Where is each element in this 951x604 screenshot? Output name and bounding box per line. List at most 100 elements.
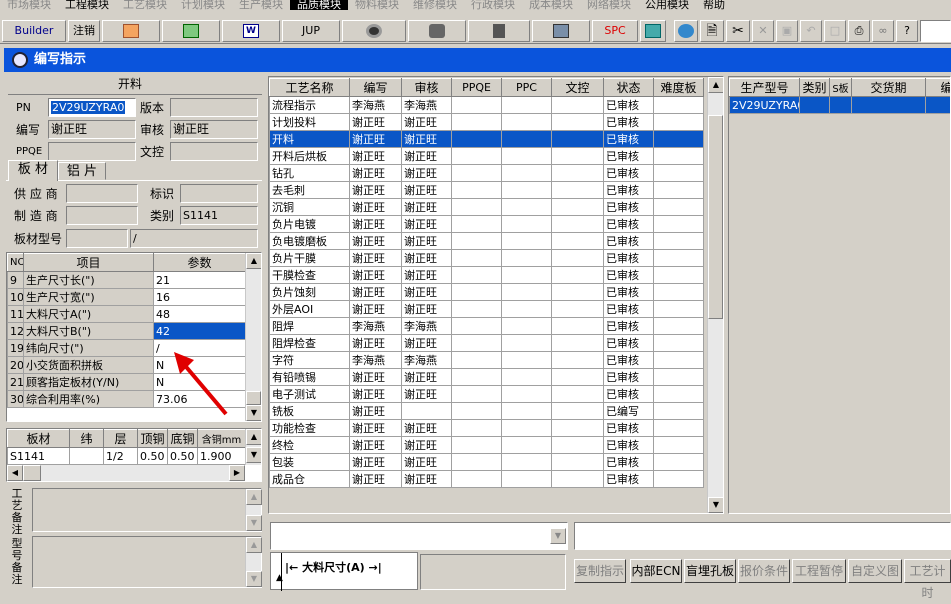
monitor-button[interactable] xyxy=(532,20,590,42)
builder-button[interactable]: Builder xyxy=(2,20,66,42)
blind-buried-via-button[interactable]: 盲埋孔板 xyxy=(684,559,736,583)
internal-ecn-button[interactable]: 内部ECN xyxy=(630,559,682,583)
param-scrollbar[interactable]: ▲ ▼ xyxy=(245,253,261,421)
quote-conditions-button[interactable]: 报价条件 xyxy=(738,559,790,583)
model-row[interactable]: 2V29UZYRA0 xyxy=(730,97,951,114)
menu-engineering[interactable]: 工程模块 xyxy=(58,0,116,10)
col-ppc[interactable]: PPC xyxy=(502,79,552,97)
process-row[interactable]: 计划投料谢正旺谢正旺已审核 xyxy=(270,114,704,131)
process-row[interactable]: 流程指示李海燕李海燕已审核 xyxy=(270,97,704,114)
board-hscrollbar[interactable]: ◀ ▶ xyxy=(7,465,245,481)
process-row[interactable]: 开料谢正旺谢正旺已审核 xyxy=(270,131,704,148)
menu-quality[interactable]: 品质模块 xyxy=(290,0,348,10)
menu-cost[interactable]: 成本模块 xyxy=(522,0,580,10)
board-model-field-2[interactable]: / xyxy=(130,229,258,248)
menu-plan[interactable]: 计划模块 xyxy=(174,0,232,10)
tab-board[interactable]: 板 材 xyxy=(8,160,58,181)
param-scroll-thumb[interactable] xyxy=(246,391,261,405)
toolbar-search-input[interactable] xyxy=(920,20,951,42)
chevron-down-icon[interactable]: ▼ xyxy=(550,528,566,544)
process-row[interactable]: 有铅喷锡谢正旺谢正旺已审核 xyxy=(270,369,704,386)
menu-repair[interactable]: 维修模块 xyxy=(406,0,464,10)
supplier-field[interactable] xyxy=(66,184,138,203)
process-row[interactable]: 铣板谢正旺已编写 xyxy=(270,403,704,420)
param-row[interactable]: 12大料尺寸B(")42 xyxy=(8,323,246,340)
menu-material[interactable]: 物料模块 xyxy=(348,0,406,10)
process-row[interactable]: 字符李海燕李海燕已审核 xyxy=(270,352,704,369)
col-difficulty[interactable]: 难度板 xyxy=(654,79,704,97)
tab-aluminum[interactable]: 铝 片 xyxy=(58,162,106,180)
col-writer[interactable]: 编写 xyxy=(350,79,402,97)
engineering-pause-button[interactable]: 工程暂停 xyxy=(792,559,846,583)
process-row[interactable]: 负片蚀刻谢正旺谢正旺已审核 xyxy=(270,284,704,301)
scroll-down-icon[interactable]: ▼ xyxy=(708,497,724,513)
bottom-text-field[interactable] xyxy=(574,522,951,550)
mark-field[interactable] xyxy=(180,184,258,203)
process-row[interactable]: 成品仓谢正旺谢正旺已审核 xyxy=(270,471,704,488)
param-row[interactable]: 11大料尺寸A(")48 xyxy=(8,306,246,323)
excel-button[interactable] xyxy=(162,20,220,42)
menu-common[interactable]: 公用模块 xyxy=(638,0,696,10)
scroll-down-icon[interactable]: ▼ xyxy=(246,447,262,463)
process-row[interactable]: 终检谢正旺谢正旺已审核 xyxy=(270,437,704,454)
logout-button[interactable]: 注销 xyxy=(68,20,100,42)
preview-button[interactable]: □ xyxy=(824,20,846,42)
reviewer-field[interactable]: 谢正旺 xyxy=(170,120,258,139)
maker-field[interactable] xyxy=(66,206,138,225)
scroll-up-icon[interactable]: ▲ xyxy=(246,537,262,553)
menu-production[interactable]: 生产模块 xyxy=(232,0,290,10)
board-model-field[interactable] xyxy=(66,229,128,248)
view-button[interactable] xyxy=(342,20,406,42)
board-row[interactable]: S11411/20.500.501.900 xyxy=(8,448,246,465)
process-scroll-thumb[interactable] xyxy=(708,115,723,319)
tool-button-2[interactable] xyxy=(674,20,698,42)
copy-instruction-button[interactable]: 复制指示 xyxy=(574,559,626,583)
process-row[interactable]: 干膜检查谢正旺谢正旺已审核 xyxy=(270,267,704,284)
menu-help[interactable]: 帮助 xyxy=(696,0,732,10)
find-button[interactable]: ∞ xyxy=(872,20,894,42)
process-row[interactable]: 外层AOI谢正旺谢正旺已审核 xyxy=(270,301,704,318)
process-row[interactable]: 开料后烘板谢正旺谢正旺已审核 xyxy=(270,148,704,165)
menu-admin[interactable]: 行政模块 xyxy=(464,0,522,10)
scroll-right-icon[interactable]: ▶ xyxy=(229,465,245,481)
doc-control-field[interactable] xyxy=(170,142,258,161)
scroll-up-icon[interactable]: ▲ xyxy=(708,77,724,93)
process-row[interactable]: 去毛刺谢正旺谢正旺已审核 xyxy=(270,182,704,199)
process-row[interactable]: 负片干膜谢正旺谢正旺已审核 xyxy=(270,250,704,267)
pn-field[interactable]: 2V29UZYRA0 xyxy=(48,98,136,117)
process-row[interactable]: 钻孔谢正旺谢正旺已审核 xyxy=(270,165,704,182)
network-button[interactable] xyxy=(468,20,530,42)
process-timing-button[interactable]: 工艺计时 xyxy=(904,559,951,583)
custom-drawing-button[interactable]: 自定义图 xyxy=(848,559,902,583)
writer-field[interactable]: 谢正旺 xyxy=(48,120,136,139)
scroll-up-icon[interactable]: ▲ xyxy=(246,253,262,269)
process-row[interactable]: 阻焊检查谢正旺谢正旺已审核 xyxy=(270,335,704,352)
ppt-button[interactable] xyxy=(102,20,160,42)
process-row[interactable]: 沉铜谢正旺谢正旺已审核 xyxy=(270,199,704,216)
print-button[interactable]: ⎙ xyxy=(848,20,870,42)
col-doc-control[interactable]: 文控 xyxy=(552,79,604,97)
cut-button[interactable]: ✂ xyxy=(726,20,750,42)
database-button[interactable] xyxy=(408,20,466,42)
model-note-field[interactable]: ▲▼ xyxy=(32,536,262,588)
process-row[interactable]: 功能检查谢正旺谢正旺已审核 xyxy=(270,420,704,437)
undo-button[interactable]: ↶ xyxy=(800,20,822,42)
scroll-down-icon[interactable]: ▼ xyxy=(246,571,262,587)
process-row[interactable]: 阻焊李海燕李海燕已审核 xyxy=(270,318,704,335)
process-row[interactable]: 包装谢正旺谢正旺已审核 xyxy=(270,454,704,471)
col-process-name[interactable]: 工艺名称 xyxy=(270,79,350,97)
param-row[interactable]: 9生产尺寸长(")21 xyxy=(8,272,246,289)
process-row[interactable]: 负电镀磨板谢正旺谢正旺已审核 xyxy=(270,233,704,250)
word-button[interactable]: W xyxy=(222,20,280,42)
version-field[interactable] xyxy=(170,98,258,117)
menu-process[interactable]: 工艺模块 xyxy=(116,0,174,10)
scroll-down-icon[interactable]: ▼ xyxy=(246,515,262,531)
process-note-field[interactable]: ▲▼ xyxy=(32,488,262,532)
col-status[interactable]: 状态 xyxy=(604,79,654,97)
new-button[interactable]: 🗎 xyxy=(700,20,724,42)
jup-button[interactable]: JUP xyxy=(282,20,340,42)
delete-button[interactable]: ✕ xyxy=(752,20,774,42)
board-scrollbar[interactable]: ▲ ▼ xyxy=(245,429,261,465)
save-button[interactable]: ▣ xyxy=(776,20,798,42)
ppqe-field[interactable] xyxy=(48,142,136,161)
